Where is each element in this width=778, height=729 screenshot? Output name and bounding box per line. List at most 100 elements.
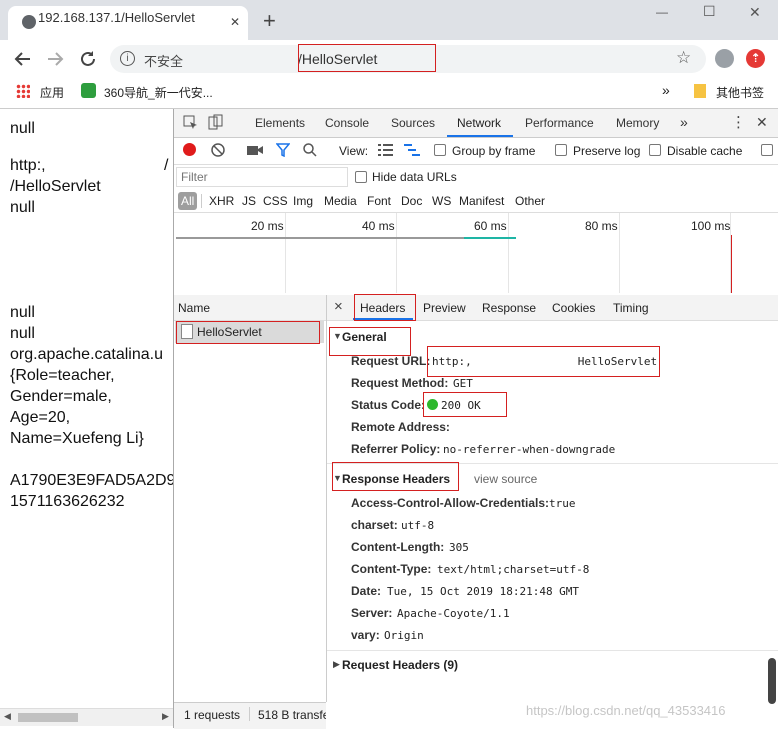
request-headers-expand-icon[interactable]: ▶: [333, 659, 340, 670]
detail-close-icon[interactable]: ×: [334, 298, 343, 315]
page-line: Age=20,: [10, 409, 71, 426]
page-line: Name=Xuefeng Li}: [10, 430, 144, 447]
timeline-waiting-bar: [176, 237, 464, 239]
extension-icon[interactable]: ⇡: [746, 49, 765, 68]
folder-icon: [694, 84, 706, 98]
close-tab-icon[interactable]: ✕: [230, 15, 240, 29]
response-header-value: Origin: [384, 629, 424, 642]
devtools-tab-memory[interactable]: Memory: [616, 116, 659, 130]
detail-tab-timing[interactable]: Timing: [613, 301, 649, 315]
page-line: {Role=teacher,: [10, 367, 115, 384]
view-label: View:: [339, 144, 369, 158]
devtools-tab-sources[interactable]: Sources: [391, 116, 435, 130]
group-by-frame-checkbox[interactable]: [434, 144, 446, 156]
inspect-icon[interactable]: [183, 115, 198, 130]
type-filter-img[interactable]: Img: [293, 194, 313, 208]
devtools-menu-icon[interactable]: ⋮: [731, 113, 746, 131]
clear-icon[interactable]: [211, 143, 225, 157]
response-header-key: Content-Type:: [351, 562, 432, 576]
disable-cache-checkbox[interactable]: [649, 144, 661, 156]
timeline-tick: 100 ms: [691, 219, 731, 233]
remote-address-key: Remote Address:: [351, 420, 450, 434]
waterfall-icon[interactable]: [404, 144, 420, 156]
close-window-button[interactable]: ✕: [749, 4, 761, 21]
maximize-button[interactable]: ☐: [703, 3, 716, 20]
globe-icon: [22, 15, 36, 29]
hide-data-urls-checkbox[interactable]: [355, 171, 367, 183]
detail-tab-response[interactable]: Response: [482, 301, 536, 315]
type-filter-ws[interactable]: WS: [432, 194, 451, 208]
apps-icon[interactable]: [16, 84, 30, 98]
view-source-link[interactable]: view source: [474, 472, 537, 486]
screenshot-icon[interactable]: [247, 144, 263, 156]
scroll-right-icon[interactable]: ▶: [162, 711, 169, 722]
name-header-label: Name: [178, 301, 211, 315]
type-filter-media[interactable]: Media: [324, 194, 357, 208]
avatar[interactable]: [715, 49, 734, 68]
timeline-gridline: [285, 213, 286, 293]
request-headers-title[interactable]: Request Headers (9): [342, 658, 458, 672]
filter-input[interactable]: [176, 167, 348, 187]
response-header-key: Server:: [351, 606, 393, 620]
detail-scrollbar[interactable]: [768, 658, 776, 704]
hide-data-urls-label: Hide data URLs: [372, 170, 457, 184]
devtools-tab-performance[interactable]: Performance: [525, 116, 594, 130]
reload-icon[interactable]: [79, 50, 97, 68]
detail-tab-preview[interactable]: Preview: [423, 301, 466, 315]
response-header-key: vary:: [351, 628, 380, 642]
type-filter-doc[interactable]: Doc: [401, 194, 422, 208]
page-line: /HelloServlet: [10, 178, 101, 195]
status-code-key: Status Code:: [351, 398, 426, 412]
bookmark-other[interactable]: 其他书签: [716, 84, 764, 101]
page-line: Gender=male,: [10, 388, 112, 405]
nav360-icon: [81, 83, 96, 98]
timeline-gridline: [619, 213, 620, 293]
forward-icon[interactable]: [46, 50, 64, 68]
response-header-value: text/html;charset=utf-8: [437, 563, 590, 576]
new-tab-button[interactable]: +: [263, 8, 276, 34]
request-count: 1 requests: [184, 708, 241, 722]
devtools-close-icon[interactable]: ✕: [756, 114, 768, 131]
disable-cache-label: Disable cache: [667, 144, 743, 158]
type-filter-other[interactable]: Other: [515, 194, 545, 208]
devtools-more-tabs-icon[interactable]: »: [680, 114, 688, 130]
page-line: null: [10, 199, 35, 216]
bookmark-360[interactable]: 360导航_新一代安...: [104, 84, 213, 101]
request-annotation-box: [176, 321, 320, 344]
scroll-left-icon[interactable]: ◀: [4, 711, 11, 722]
page-line: org.apache.catalina.u: [10, 346, 163, 363]
offline-checkbox[interactable]: [761, 144, 773, 156]
detail-tab-cookies[interactable]: Cookies: [552, 301, 595, 315]
page-horizontal-scrollbar[interactable]: [0, 708, 173, 726]
bookmark-star-icon[interactable]: ☆: [676, 48, 691, 68]
devtools-tab-console[interactable]: Console: [325, 116, 369, 130]
devtools-tab-network[interactable]: Network: [457, 116, 501, 130]
section-divider: [327, 650, 778, 651]
page-line: null: [10, 325, 35, 342]
response-header-value: utf-8: [401, 519, 435, 532]
active-tab-indicator: [447, 135, 513, 137]
device-toolbar-icon[interactable]: [208, 114, 224, 130]
large-rows-icon[interactable]: [378, 144, 393, 156]
scrollbar-thumb[interactable]: [18, 713, 78, 722]
type-filter-manifest[interactable]: Manifest: [459, 194, 504, 208]
type-filter-font[interactable]: Font: [367, 194, 391, 208]
type-filter-js[interactable]: JS: [242, 194, 256, 208]
record-button[interactable]: [183, 143, 196, 156]
url-annotation-box: [298, 44, 436, 72]
type-filter-xhr[interactable]: XHR: [209, 194, 234, 208]
type-filter-css[interactable]: CSS: [263, 194, 288, 208]
filter-icon[interactable]: [276, 143, 290, 157]
page-content: null http:, / /HelloServlet null null nu…: [0, 109, 173, 728]
back-icon[interactable]: [14, 50, 32, 68]
minimize-button[interactable]: —: [656, 5, 668, 19]
search-icon[interactable]: [303, 143, 317, 157]
bookmark-apps[interactable]: 应用: [40, 84, 64, 101]
type-filter-divider: [201, 194, 202, 208]
preserve-log-checkbox[interactable]: [555, 144, 567, 156]
response-header-key: Content-Length:: [351, 540, 445, 554]
type-filter-all[interactable]: All: [178, 192, 198, 210]
devtools-tab-elements[interactable]: Elements: [255, 116, 305, 130]
status-code-annotation-box: [423, 392, 507, 417]
bookmarks-more-icon[interactable]: »: [662, 82, 670, 98]
